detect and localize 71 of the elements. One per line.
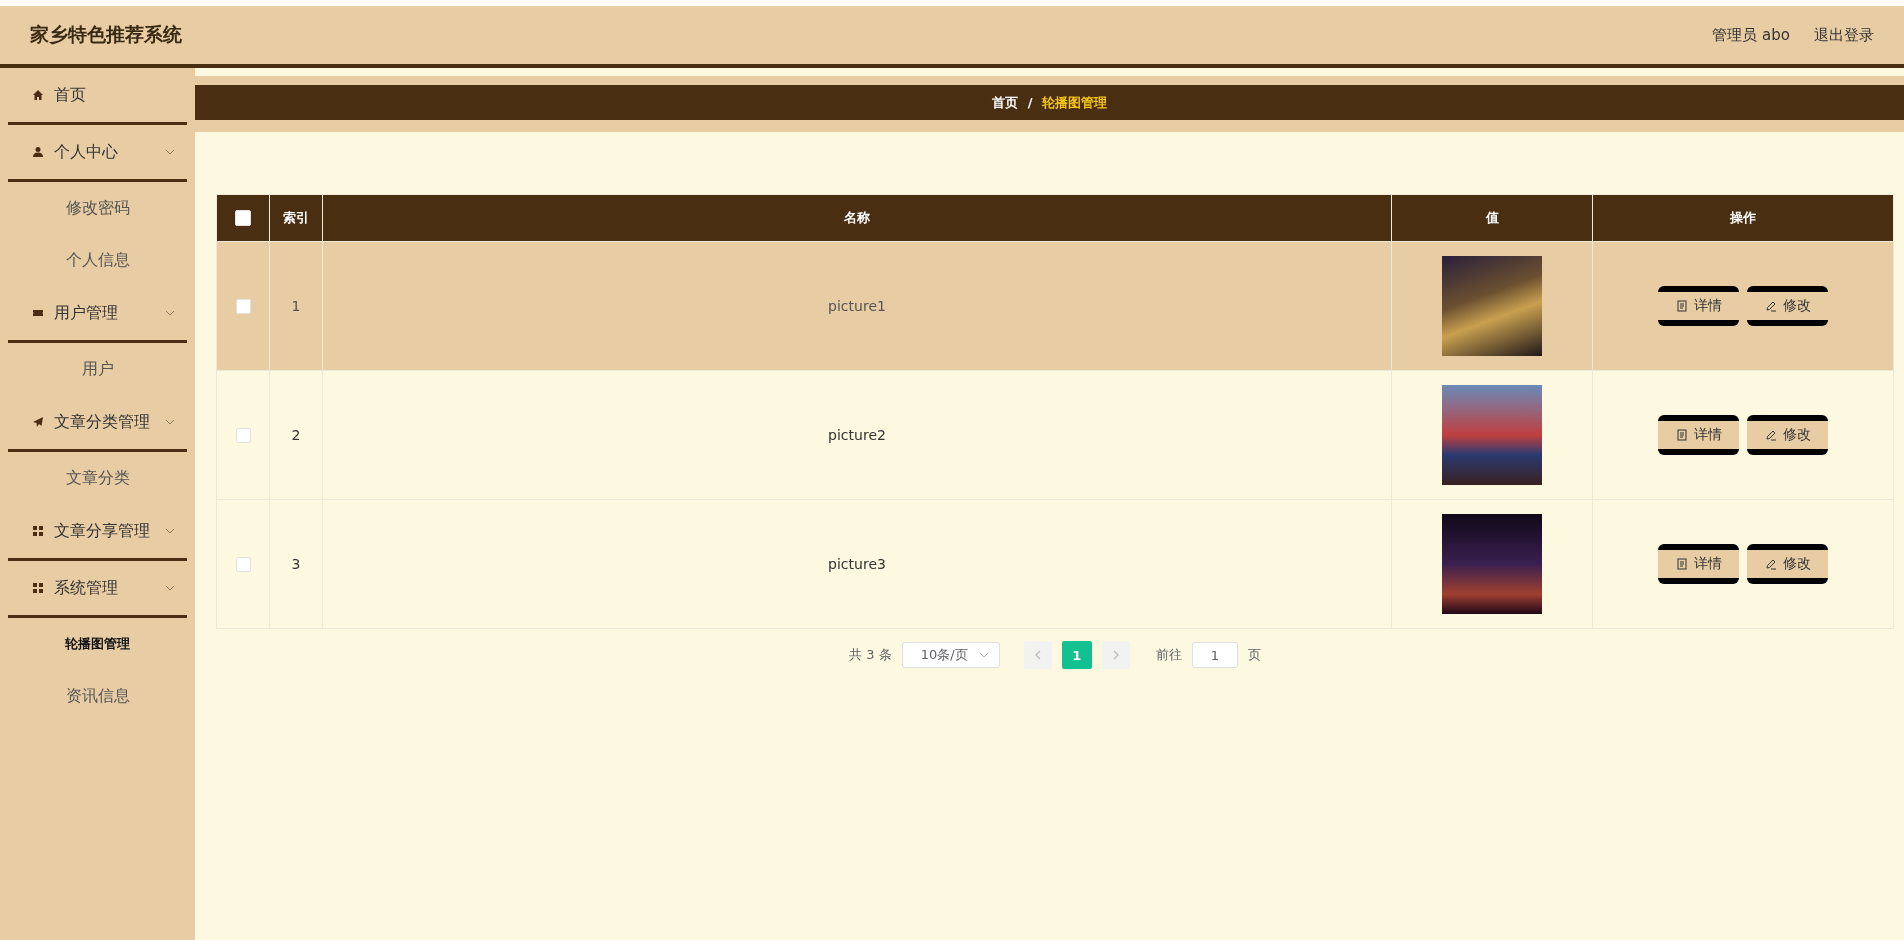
menu-label: 首页 [54, 84, 86, 106]
menu-label: 个人中心 [54, 141, 118, 163]
page-input[interactable]: 1 [1191, 642, 1238, 668]
document-icon [1675, 300, 1688, 312]
column-header: 操作 [1592, 194, 1894, 242]
user-icon [32, 146, 44, 158]
row-checkbox[interactable] [235, 428, 251, 444]
edit-button[interactable]: 修改 [1747, 544, 1828, 584]
next-page-button[interactable] [1101, 641, 1130, 669]
index-text: 3 [291, 556, 301, 572]
page-suffix: 页 [1247, 646, 1261, 664]
index-text: 1 [291, 298, 301, 314]
menu-label: 用户管理 [54, 302, 118, 324]
row-checkbox[interactable] [235, 299, 251, 315]
details-button[interactable]: 详情 [1658, 286, 1739, 326]
grid-icon [32, 525, 44, 537]
previous-page-button[interactable] [1023, 641, 1052, 669]
ticket-icon [32, 307, 44, 319]
submenu-item[interactable]: 用户 [0, 343, 195, 395]
total-count: 共 3 条 [849, 646, 892, 664]
chevron-icon [165, 310, 175, 316]
chevron-left-icon [1034, 650, 1041, 660]
edit-button[interactable]: 修改 [1747, 286, 1828, 326]
menu-label: 文章分享管理 [54, 520, 150, 542]
menu-item[interactable]: 文章分类管理 [8, 395, 187, 452]
document-icon [1675, 429, 1688, 441]
select-all-checkbox[interactable] [235, 210, 251, 227]
home-icon [32, 89, 44, 101]
page-size-select[interactable]: 10条/页 [901, 642, 1000, 668]
chevron-icon [165, 419, 175, 425]
row-checkbox[interactable] [235, 557, 251, 573]
column-header: 值 [1391, 194, 1593, 242]
app-title: 家乡特色推荐系统 [30, 22, 182, 47]
user-label: 管理员 abo [1712, 25, 1790, 45]
chevron-icon [165, 528, 175, 534]
goto-label: 前往 [1155, 646, 1182, 664]
menu-label: 系统管理 [54, 577, 118, 599]
index-text: 2 [291, 427, 301, 443]
grid-icon [32, 582, 44, 594]
breadcrumb-item: 轮播图管理 [1042, 93, 1108, 112]
document-icon [1675, 558, 1688, 570]
submenu-item[interactable]: 修改密码 [0, 182, 195, 234]
chevron-icon [165, 585, 175, 591]
pencil-icon [1764, 429, 1777, 441]
name-text: picture3 [828, 556, 886, 572]
pencil-icon [1764, 300, 1777, 312]
paper-plane-icon [32, 416, 44, 428]
column-header: 索引 [269, 194, 323, 242]
breadcrumb-separator: / [1027, 95, 1033, 110]
details-button[interactable]: 详情 [1658, 415, 1739, 455]
name-text: picture2 [828, 427, 886, 443]
breadcrumb-item[interactable]: 首页 [991, 93, 1018, 112]
logout-link[interactable]: 退出登录 [1814, 25, 1874, 45]
details-button[interactable]: 详情 [1658, 544, 1739, 584]
menu-item[interactable]: 系统管理 [8, 561, 187, 618]
submenu-item[interactable]: 个人信息 [0, 234, 195, 286]
chevron-icon [978, 652, 989, 658]
menu-label: 文章分类管理 [54, 411, 150, 433]
edit-button[interactable]: 修改 [1747, 415, 1828, 455]
name-text: picture1 [828, 298, 886, 314]
menu-item[interactable]: 首页 [8, 68, 187, 125]
chevron-icon [165, 149, 175, 155]
chevron-right-icon [1112, 650, 1119, 660]
menu-item[interactable]: 文章分享管理 [8, 504, 187, 561]
column-header: 名称 [322, 194, 1392, 242]
submenu-item[interactable]: 资讯信息 [0, 670, 195, 722]
pencil-icon [1764, 558, 1777, 570]
menu-item[interactable]: 用户管理 [8, 286, 187, 343]
submenu-item[interactable]: 轮播图管理 [0, 618, 195, 670]
menu-item[interactable]: 个人中心 [8, 125, 187, 182]
submenu-item[interactable]: 文章分类 [0, 452, 195, 504]
